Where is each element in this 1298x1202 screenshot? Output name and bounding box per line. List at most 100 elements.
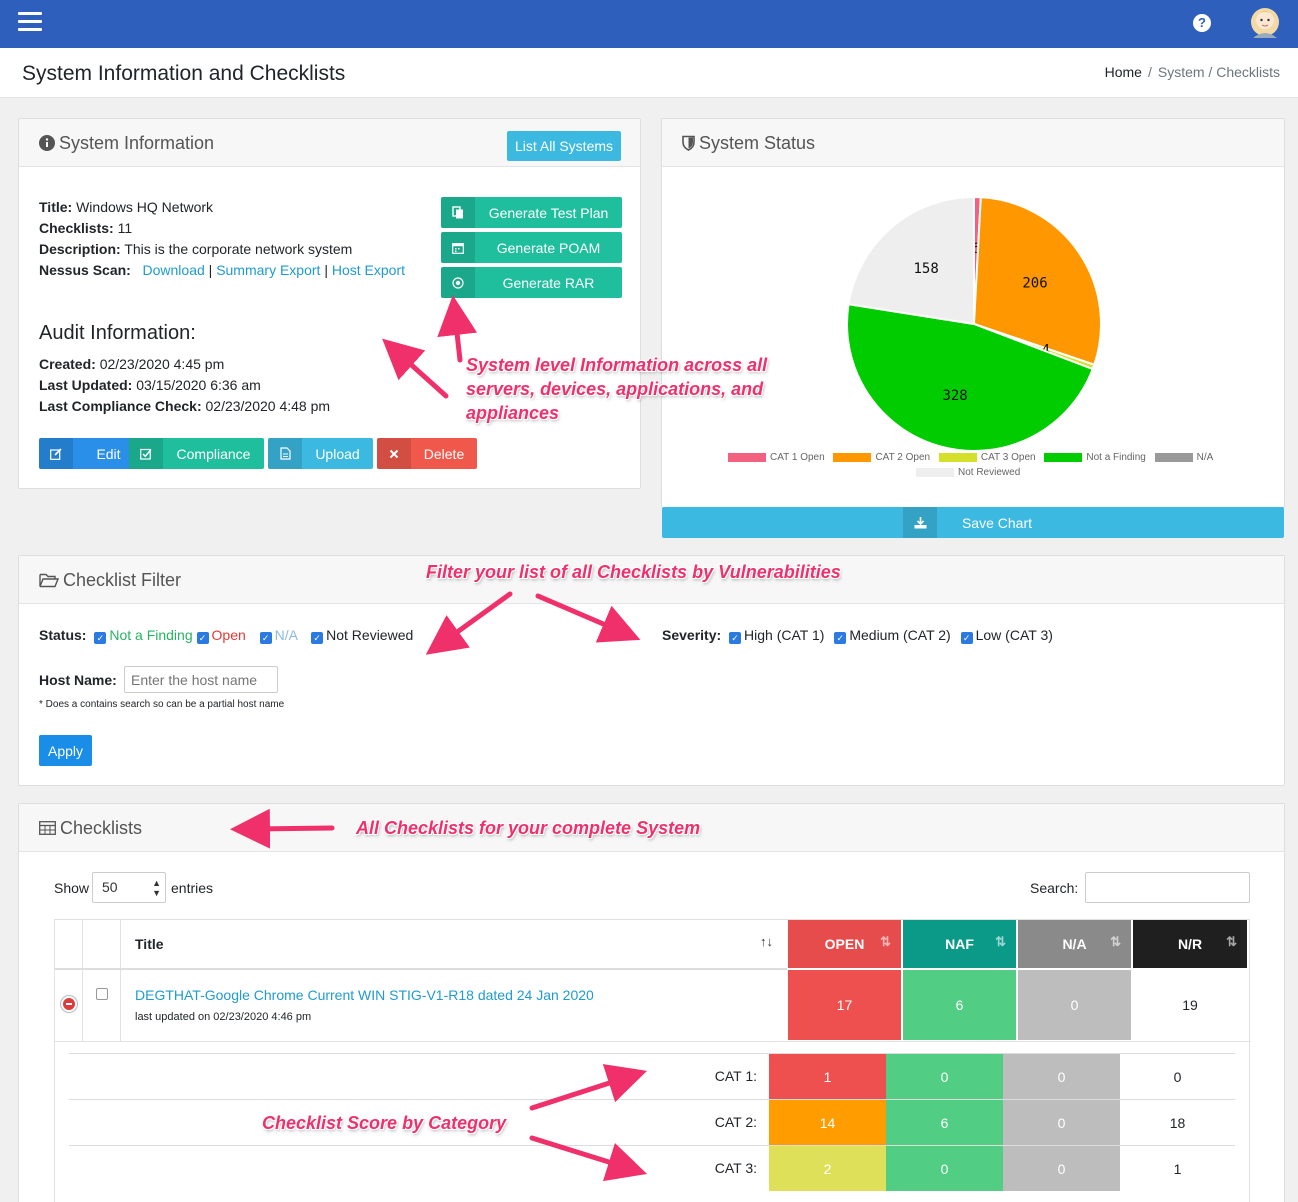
entries-value: 50 bbox=[102, 879, 118, 895]
high-cat1-option: High (CAT 1) bbox=[744, 627, 825, 643]
delete-label: Delete bbox=[423, 445, 465, 462]
checklists-value: 11 bbox=[117, 220, 133, 236]
target-icon bbox=[441, 267, 475, 298]
nr-header-label: N/R bbox=[1177, 936, 1203, 952]
column-header-na[interactable]: N/A ⇅ bbox=[1018, 920, 1131, 968]
calendar-icon bbox=[441, 232, 475, 263]
pie-slice[interactable] bbox=[847, 195, 975, 326]
apply-button[interactable]: Apply bbox=[39, 735, 92, 766]
compliance-label: Compliance bbox=[176, 445, 251, 462]
column-header-naf[interactable]: NAF ⇅ bbox=[903, 920, 1016, 968]
legend-label: N/A bbox=[1196, 452, 1214, 463]
entries-label: entries bbox=[171, 880, 214, 896]
breadcrumb-separator: / bbox=[1147, 64, 1152, 80]
cat1-label: CAT 1: bbox=[714, 1068, 757, 1084]
compliance-check-value: 02/23/2020 4:48 pm bbox=[205, 398, 331, 414]
legend-item[interactable]: N/A bbox=[1154, 452, 1214, 463]
list-all-systems-button[interactable]: List All Systems bbox=[507, 131, 621, 161]
column-header-nr[interactable]: N/R ⇅ bbox=[1133, 920, 1247, 968]
annotation-line: servers, devices, applications, and bbox=[466, 379, 764, 399]
link-separator: | bbox=[208, 262, 213, 278]
host-export-link[interactable]: Host Export bbox=[332, 262, 405, 278]
save-chart-button[interactable]: Save Chart bbox=[662, 507, 1284, 538]
breadcrumb: Home / System / Checklists bbox=[1105, 64, 1280, 80]
sort-icon: ⇅ bbox=[1226, 934, 1237, 949]
cat3-nr: 1 bbox=[1173, 1160, 1182, 1177]
legend-label: Not Reviewed bbox=[958, 467, 1021, 478]
info-icon bbox=[39, 135, 55, 151]
system-info-header: System Information List All Systems bbox=[19, 119, 640, 167]
page-title: System Information and Checklists bbox=[22, 62, 346, 85]
open-option: Open bbox=[211, 627, 246, 643]
na-header-label: N/A bbox=[1062, 936, 1087, 952]
column-header-open[interactable]: OPEN ⇅ bbox=[788, 920, 901, 968]
cat3-open: 2 bbox=[769, 1146, 886, 1191]
legend-item[interactable]: Not a Finding bbox=[1044, 452, 1146, 463]
generate-poam-button[interactable]: Generate POAM bbox=[441, 232, 622, 263]
compliance-check-label: Last Compliance Check: bbox=[39, 398, 202, 414]
help-icon[interactable]: ? bbox=[1193, 14, 1211, 32]
row-checkbox[interactable] bbox=[96, 988, 108, 1000]
search-input[interactable] bbox=[1085, 872, 1250, 903]
breadcrumb-current: System / Checklists bbox=[1157, 64, 1280, 80]
select-arrows-icon: ▲ ▼ bbox=[152, 878, 161, 898]
chart-legend-row2: Not Reviewed bbox=[916, 467, 1026, 478]
column-header-title[interactable]: Title bbox=[135, 936, 164, 952]
system-status-header-text: System Status bbox=[699, 133, 816, 153]
annotation-filter: Filter your list of all Checklists by Vu… bbox=[426, 562, 841, 582]
cat1-nr: 0 bbox=[1173, 1068, 1182, 1085]
chart-legend: CAT 1 Open CAT 2 Open CAT 3 Open Not a F… bbox=[728, 452, 1228, 463]
cat2-na: 0 bbox=[1003, 1100, 1120, 1145]
upload-button[interactable]: Upload bbox=[268, 438, 373, 469]
legend-item[interactable]: CAT 1 Open bbox=[728, 452, 825, 463]
system-status-header: System Status bbox=[662, 119, 1284, 167]
checkbox-na[interactable]: ✓ bbox=[259, 632, 272, 644]
nessus-label: Nessus Scan: bbox=[39, 262, 131, 278]
sort-icon[interactable]: ↑↓ bbox=[760, 934, 773, 949]
row-naf-count: 6 bbox=[903, 970, 1016, 1040]
medium-cat2-option: Medium (CAT 2) bbox=[849, 627, 951, 643]
checklists-label: Checklists: bbox=[39, 220, 114, 236]
copy-icon bbox=[441, 197, 475, 228]
legend-item[interactable]: Not Reviewed bbox=[916, 467, 1020, 478]
checkbox-cat3[interactable]: ✓ bbox=[960, 632, 973, 644]
host-name-input[interactable] bbox=[124, 666, 278, 693]
legend-item[interactable]: CAT 3 Open bbox=[938, 452, 1036, 463]
compliance-button[interactable]: Compliance bbox=[129, 438, 264, 469]
generate-rar-button[interactable]: Generate RAR bbox=[441, 267, 622, 298]
cat3-label: CAT 3: bbox=[714, 1160, 757, 1176]
pie-label: 158 bbox=[914, 261, 939, 277]
checkbox-cat1[interactable]: ✓ bbox=[729, 632, 742, 644]
generate-test-plan-button[interactable]: Generate Test Plan bbox=[441, 197, 622, 228]
checklists-card: Checklists Show 50 ▲ ▼ entries Search: Ti… bbox=[18, 803, 1285, 1202]
checkbox-not-a-finding[interactable]: ✓ bbox=[94, 632, 107, 644]
download-icon bbox=[903, 507, 937, 538]
cat2-naf: 6 bbox=[886, 1100, 1003, 1145]
summary-export-link[interactable]: Summary Export bbox=[216, 262, 320, 278]
close-icon bbox=[377, 438, 411, 469]
sort-icon: ⇅ bbox=[1110, 934, 1121, 949]
title-value: Windows HQ Network bbox=[76, 199, 214, 215]
checklist-filter-header-text: Checklist Filter bbox=[63, 570, 182, 590]
annotation-line: appliances bbox=[466, 403, 560, 423]
generate-rar-label: Generate RAR bbox=[502, 274, 595, 291]
table-icon bbox=[39, 821, 56, 835]
menu-icon[interactable] bbox=[18, 12, 42, 32]
checkbox-not-reviewed[interactable]: ✓ bbox=[311, 632, 324, 644]
checkbox-cat2[interactable]: ✓ bbox=[834, 632, 847, 644]
cat3-na: 0 bbox=[1003, 1146, 1120, 1191]
download-link[interactable]: Download bbox=[143, 262, 205, 278]
legend-item[interactable]: CAT 2 Open bbox=[833, 452, 930, 463]
legend-swatch bbox=[916, 467, 954, 477]
delete-button[interactable]: Delete bbox=[377, 438, 477, 469]
checkbox-open[interactable]: ✓ bbox=[196, 632, 209, 644]
checklist-updated: last updated on 02/23/2020 4:46 pm bbox=[135, 1011, 312, 1023]
user-avatar[interactable] bbox=[1250, 4, 1280, 40]
host-name-label: Host Name: bbox=[39, 672, 117, 688]
entries-select[interactable]: 50 ▲ ▼ bbox=[92, 872, 166, 903]
severity-filter: Severity: ✓ High (CAT 1) ✓ Medium (CAT 2) … bbox=[662, 627, 1053, 644]
breadcrumb-home[interactable]: Home bbox=[1105, 64, 1142, 80]
collapse-row-icon[interactable] bbox=[61, 996, 77, 1012]
checklist-title-link[interactable]: DEGTHAT-Google Chrome Current WIN STIG-V… bbox=[135, 987, 594, 1003]
check-square-icon bbox=[129, 438, 163, 469]
